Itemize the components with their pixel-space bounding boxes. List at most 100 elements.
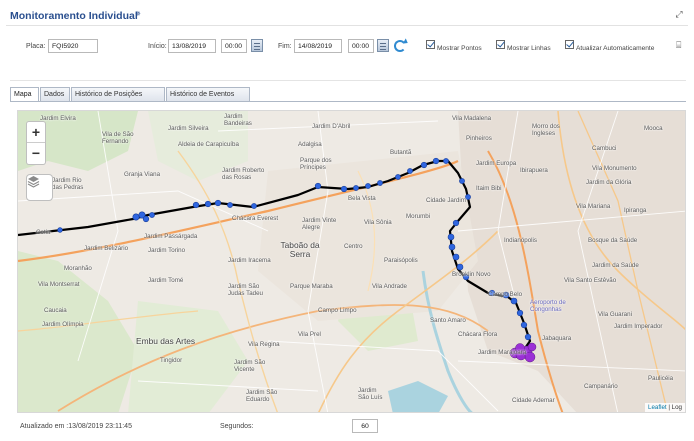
start-calendar-icon[interactable] (251, 39, 263, 52)
map-label: Ipiranga (624, 207, 647, 214)
map-label: Jardim Torino (148, 247, 186, 254)
map-label: Jardim Imperador (614, 323, 663, 330)
map-attribution: Leaflet | Log (645, 403, 685, 412)
map-label: Granja Viana (124, 171, 161, 178)
layers-icon (27, 176, 40, 188)
map-canvas (18, 111, 685, 412)
attribution-text: | Log (666, 404, 682, 411)
map-label: Jardim Olímpia (42, 321, 84, 328)
plate-label: Placa: (26, 43, 46, 50)
map-label: Chácara Flora (458, 331, 498, 338)
map-label: Jardim Passárgada (144, 233, 198, 240)
map-label: Jardim São Luís (358, 387, 383, 401)
map-label: Bela Vista (348, 195, 376, 202)
seconds-input[interactable]: 60 (352, 419, 378, 433)
map-label: Vila Madalena (452, 115, 492, 122)
map-label: Vila Montserrat (38, 281, 80, 288)
map-label: Moranhão (64, 265, 92, 272)
map-label: Tingidor (160, 357, 183, 364)
tab-historico-posicoes[interactable]: Histórico de Posições (71, 87, 165, 101)
start-label: Início: (148, 43, 167, 50)
updated-timestamp: Atualizado em :13/08/2019 23:11:45 (20, 423, 132, 430)
auto-update-checkbox[interactable] (565, 40, 574, 49)
tab-underline (10, 101, 686, 102)
filter-bar: Placa: FQI5920 Início: 13/08/2019 00:00 … (0, 30, 694, 66)
map-label: Jardim da Saúde (592, 262, 639, 269)
start-time-input[interactable]: 00:00 (221, 39, 247, 53)
map-label: Vila Guarani (598, 311, 632, 318)
map-label: Vila de São Fernando (102, 131, 134, 145)
end-calendar-icon[interactable] (377, 39, 389, 52)
map-label: Adalgisa (298, 141, 322, 148)
title-bar: Monitoramento Individual ✵ ⤢ (6, 6, 688, 26)
map-view[interactable]: Vila Madalena Pinheiros Morro dos Ingles… (17, 110, 686, 413)
map-label: Butantã (390, 149, 412, 156)
map-label: Parque Maraba (290, 283, 333, 290)
start-date-input[interactable]: 13/08/2019 (168, 39, 216, 53)
map-label: Vila Prel (298, 331, 321, 338)
show-points-checkbox[interactable] (426, 40, 435, 49)
end-time-input[interactable]: 00:00 (348, 39, 374, 53)
page-title: Monitoramento Individual (10, 10, 138, 22)
map-label: Paraisópolis (384, 257, 418, 264)
tab-mapa[interactable]: Mapa (10, 87, 39, 102)
map-label: Itaim Bibi (476, 185, 502, 192)
zoom-out-button[interactable]: − (27, 143, 45, 164)
map-label: Caucaia (44, 307, 67, 314)
map-label: Cotia (36, 229, 51, 236)
map-label: Jardim Roberto das Rosas (222, 167, 265, 181)
map-label: Aldeia de Carapicuíba (178, 141, 239, 148)
map-label: Parque dos Príncipes (300, 157, 332, 171)
map-label: Jardim D'Abril (312, 123, 351, 130)
map-label: Campo Belo (488, 291, 523, 298)
map-label: Jardim da Glória (586, 179, 632, 186)
end-label: Fim: (278, 43, 292, 50)
map-label: Paulicéia (648, 375, 674, 382)
map-label: Jardim Marajoara (478, 349, 527, 356)
map-label: Vila Sônia (364, 219, 392, 226)
map-label: Brooklin Novo (452, 271, 491, 278)
tab-historico-eventos[interactable]: Histórico de Eventos (166, 87, 250, 101)
map-label: Campanário (584, 383, 618, 390)
menu-icon[interactable]: ⌸ (676, 40, 681, 51)
end-date-input[interactable]: 14/08/2019 (294, 39, 342, 53)
plate-input[interactable]: FQI5920 (48, 39, 98, 53)
footer-bar: Atualizado em :13/08/2019 23:11:45 Segun… (0, 416, 694, 441)
map-label: Vila Regina (248, 341, 280, 348)
auto-update-label: Atualizar Automaticamente (576, 45, 655, 52)
show-lines-checkbox[interactable] (496, 40, 505, 49)
show-lines-label: Mostrar Linhas (507, 45, 551, 52)
seconds-label: Segundos: (220, 423, 254, 430)
layers-button[interactable] (26, 174, 53, 201)
map-label: Cidade Ademar (512, 397, 555, 404)
map-label: Pinheiros (466, 135, 492, 142)
map-label: Centro (344, 243, 363, 250)
leaflet-link[interactable]: Leaflet (648, 404, 667, 411)
map-label: Jabaquara (542, 335, 572, 342)
map-label: Aeroporto de Congonhas (530, 299, 566, 313)
map-label: Ibirapuera (520, 167, 548, 174)
map-label: Santo Amaro (430, 317, 466, 324)
map-label: Vila Mariana (576, 203, 611, 210)
map-label: Jardim Silveira (168, 125, 209, 132)
map-label: Jardim Tomé (148, 277, 184, 284)
map-label: Cambuci (592, 145, 617, 152)
expand-icon[interactable]: ⤢ (674, 9, 684, 19)
zoom-in-button[interactable]: + (27, 122, 45, 143)
map-label: Jardim São Judas Tadeu (228, 283, 263, 297)
map-label: Jardim Belizário (84, 245, 129, 252)
tab-dados[interactable]: Dados (40, 87, 70, 101)
map-label: Jardim São Vicente (234, 359, 266, 373)
map-label: Vila Monumento (592, 165, 637, 172)
map-label-city: Taboão da Serra (280, 240, 320, 259)
map-label: Vila Andrade (372, 283, 407, 290)
map-label: Jardim Europa (476, 160, 517, 167)
map-label: Mooca (644, 125, 663, 132)
title-mark-icon: ✵ (135, 11, 141, 18)
map-label: Jardim Elvira (40, 115, 76, 122)
refresh-icon[interactable] (394, 40, 406, 52)
map-label: Vila Santo Estêvão (564, 277, 617, 284)
map-label: Cidade Jardim (426, 197, 466, 204)
map-label: Jardim Vinte Alegre (302, 217, 337, 231)
show-points-label: Mostrar Pontos (437, 45, 482, 52)
